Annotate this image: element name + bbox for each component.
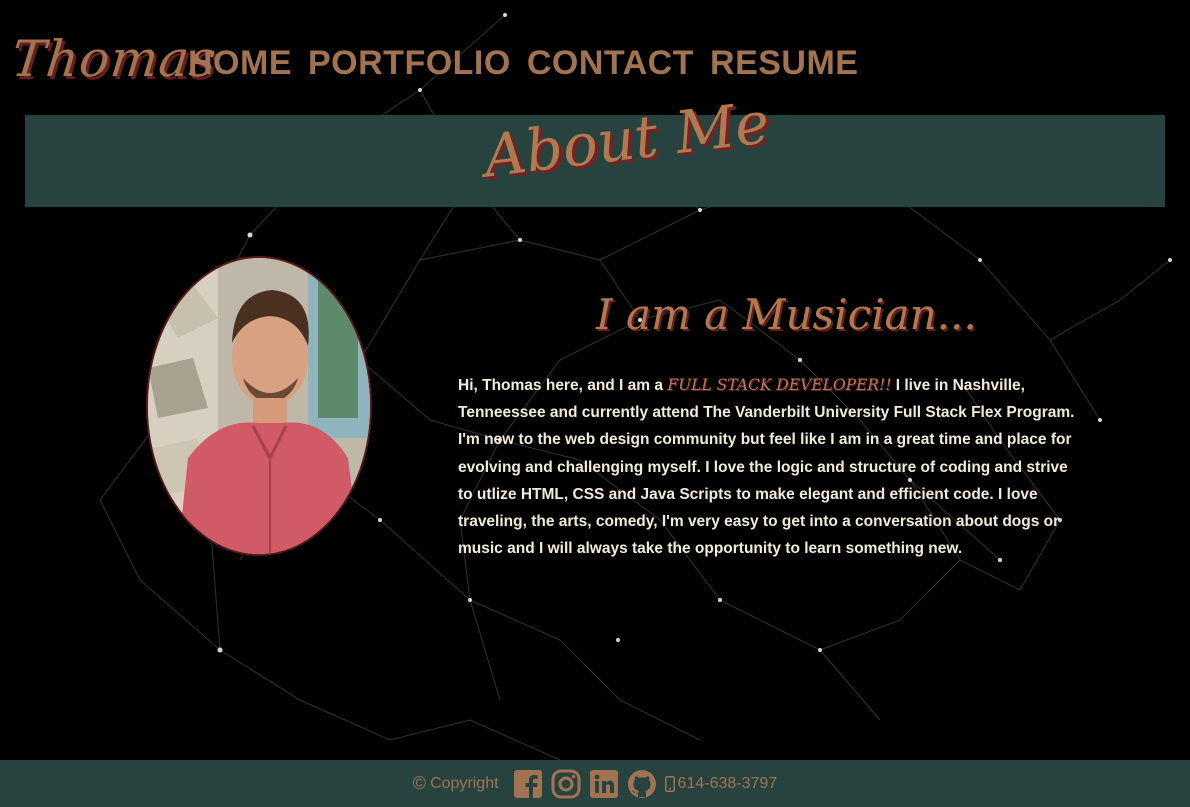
- bio-highlight: FULL STACK DEVELOPER!!: [667, 376, 892, 394]
- bio-rest: I live in Nashville, Tenneessee and curr…: [458, 377, 1075, 558]
- profile-photo-illustration: [148, 258, 370, 554]
- instagram-icon[interactable]: [551, 769, 581, 799]
- copyright: © Copyright: [413, 773, 499, 794]
- facebook-icon[interactable]: [513, 769, 543, 799]
- bio-text: Hi, Thomas here, and I am a FULL STACK D…: [458, 372, 1078, 562]
- nav-link-portfolio[interactable]: PORTFOLIO: [308, 44, 511, 83]
- phone-number: 614-638-3797: [677, 774, 778, 792]
- mobile-phone-icon: [664, 775, 675, 792]
- top-nav: Thomas HOME PORTFOLIO CONTACT RESUME: [0, 30, 1190, 100]
- nav-link-resume[interactable]: RESUME: [710, 44, 858, 83]
- nav-link-home[interactable]: HOME: [188, 44, 292, 83]
- nav-link-contact[interactable]: CONTACT: [527, 44, 694, 83]
- about-banner: About Me: [25, 88, 1165, 207]
- phone-contact[interactable]: 614-638-3797: [664, 774, 778, 793]
- linkedin-icon[interactable]: [589, 769, 619, 799]
- profile-photo: [146, 256, 372, 556]
- about-subtitle: I am a Musician...: [596, 290, 977, 339]
- github-icon[interactable]: [627, 769, 657, 799]
- copyright-icon: ©: [412, 773, 427, 793]
- footer: © Copyright 614-638-3797: [0, 760, 1190, 807]
- copyright-label: Copyright: [430, 774, 499, 792]
- bio-intro: Hi, Thomas here, and I am a: [458, 377, 668, 394]
- nav-links: HOME PORTFOLIO CONTACT RESUME: [188, 44, 858, 83]
